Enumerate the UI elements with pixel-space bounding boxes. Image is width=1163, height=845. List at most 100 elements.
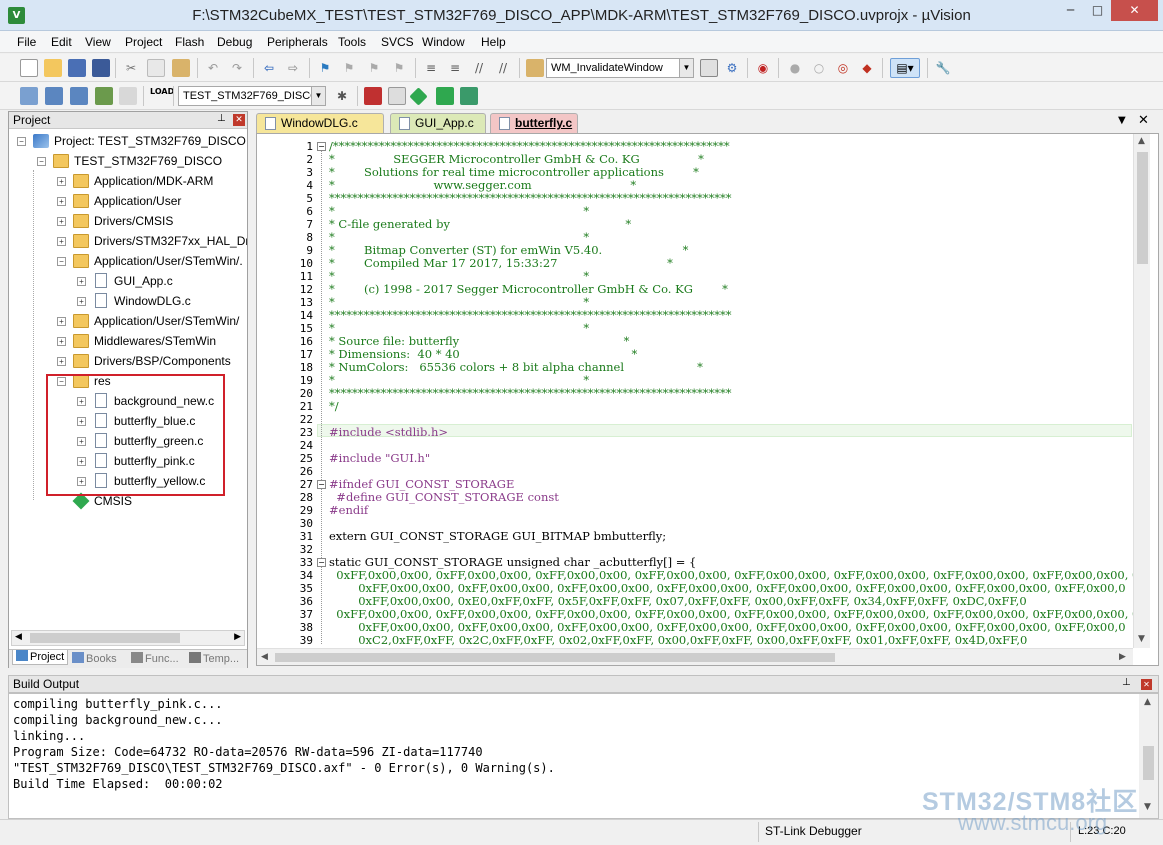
menu-svcs[interactable]: SVCS [381,35,414,49]
redo-icon[interactable]: ↷ [228,59,246,77]
collapse-icon[interactable]: − [57,257,66,266]
configure-icon[interactable]: 🔧 [934,59,952,77]
save-all-icon[interactable] [92,59,110,77]
disable-all-breakpoints-icon[interactable]: ◆ [858,59,876,77]
maximize-button[interactable]: □ [1084,0,1111,21]
scroll-down-icon[interactable]: ▼ [1138,634,1145,644]
tree-group-bsp[interactable]: + Drivers/BSP/Components [9,352,247,372]
software-packs-icon[interactable] [460,87,478,105]
target-combo[interactable]: TEST_STM32F769_DISCO ▼ [178,86,326,106]
rebuild-icon[interactable] [70,87,88,105]
unindent-icon[interactable]: ≡ [446,59,464,77]
clear-bookmarks-icon[interactable]: ⚑ [390,59,408,77]
expand-icon[interactable]: + [77,297,86,306]
bookmark-icon[interactable]: ⚑ [316,59,334,77]
new-file-icon[interactable] [20,59,38,77]
scroll-up-icon[interactable]: ▲ [1138,136,1145,146]
menu-debug[interactable]: Debug [217,35,252,49]
tree-group-stemwin-2[interactable]: + Application/User/STemWin/ [9,312,247,332]
editor-vertical-scrollbar[interactable]: ▲ ▼ [1133,134,1150,648]
tab-gui-app[interactable]: GUI_App.c [390,113,486,133]
manage-rte-icon[interactable] [409,87,428,106]
tree-file-windowdlg[interactable]: + WindowDLG.c [9,292,247,312]
expand-icon[interactable]: + [57,217,66,226]
scroll-thumb[interactable] [30,633,180,643]
find-in-files-icon[interactable] [526,59,544,77]
stop-build-icon[interactable] [119,87,137,105]
build-output-scrollbar[interactable]: ▲ ▼ [1139,694,1158,818]
indent-icon[interactable]: ≡ [422,59,440,77]
tree-project-root[interactable]: − Project: TEST_STM32F769_DISCO [9,132,247,152]
expand-icon[interactable]: + [57,357,66,366]
tree-group-middlewares[interactable]: + Middlewares/STemWin [9,332,247,352]
expand-icon[interactable]: + [77,277,86,286]
menu-view[interactable]: View [85,35,111,49]
incremental-find-icon[interactable]: ⚙ [723,59,741,77]
uncomment-icon[interactable]: // [494,59,512,77]
code-text-area[interactable]: /***************************************… [329,134,1133,648]
scroll-thumb[interactable] [1137,152,1148,264]
code-editor[interactable]: 1 2 3 4 5 6 7 8 9 10 11 12 13 14 15 16 17 18 19 20 21 22 23 24 2… [256,133,1159,666]
tree-group-application-mdk-arm[interactable]: + Application/MDK-ARM [9,172,247,192]
select-packs-icon[interactable] [388,87,406,105]
scroll-right-icon[interactable]: ▶ [234,632,241,642]
paste-icon[interactable] [172,59,190,77]
open-file-icon[interactable] [44,59,62,77]
menu-edit[interactable]: Edit [51,35,72,49]
nav-back-icon[interactable]: ⇦ [260,59,278,77]
tab-butterfly[interactable]: butterfly.c [490,113,578,133]
window-layout-icon[interactable]: ▤▾ [890,58,920,78]
close-editor-icon[interactable]: ✕ [1138,113,1149,128]
tab-list-dropdown-icon[interactable]: ▼ [1118,115,1126,126]
prev-bookmark-icon[interactable]: ⚑ [340,59,358,77]
expand-icon[interactable]: + [57,197,66,206]
undo-icon[interactable]: ↶ [204,59,222,77]
expand-icon[interactable]: + [57,237,66,246]
load-download-icon[interactable]: LOAD [150,87,174,105]
menu-peripherals[interactable]: Peripherals [267,35,328,49]
scroll-down-icon[interactable]: ▼ [1144,802,1151,812]
disable-breakpoint-icon[interactable]: ○ [810,59,828,77]
fold-toggle-icon[interactable]: − [317,558,326,567]
scroll-right-icon[interactable]: ▶ [1119,652,1126,662]
tree-group-drivers-cmsis[interactable]: + Drivers/CMSIS [9,212,247,232]
scroll-up-icon[interactable]: ▲ [1144,697,1151,707]
nav-forward-icon[interactable]: ⇨ [284,59,302,77]
minimize-button[interactable]: ─ [1057,0,1084,21]
save-icon[interactable] [68,59,86,77]
chevron-down-icon[interactable]: ▼ [311,87,325,105]
project-horizontal-scrollbar[interactable]: ◀ ▶ [11,630,245,646]
build-icon[interactable] [45,87,63,105]
menu-flash[interactable]: Flash [175,35,204,49]
pin-icon[interactable]: ⊥ [1122,677,1131,688]
comment-icon[interactable]: // [470,59,488,77]
pin-icon[interactable]: ⊥ [217,113,226,124]
cut-icon[interactable]: ✂ [122,59,140,77]
target-options-icon[interactable]: ✱ [333,87,351,105]
translate-icon[interactable] [20,87,38,105]
next-bookmark-icon[interactable]: ⚑ [365,59,383,77]
tab-books[interactable]: Books [72,652,117,665]
breakpoint-icon[interactable]: ● [786,59,804,77]
fold-toggle-icon[interactable]: − [317,142,326,151]
find-icon[interactable] [700,59,718,77]
collapse-icon[interactable]: − [17,137,26,146]
close-window-button[interactable]: ✕ [1111,0,1158,21]
kill-breakpoints-icon[interactable]: ◎ [834,59,852,77]
menu-file[interactable]: File [17,35,36,49]
tree-group-application-user[interactable]: + Application/User [9,192,247,212]
expand-icon[interactable]: + [57,317,66,326]
scroll-thumb[interactable] [1143,746,1154,780]
copy-icon[interactable] [147,59,165,77]
fold-toggle-icon[interactable]: − [317,480,326,489]
manage-project-items-icon[interactable] [364,87,382,105]
find-combo[interactable]: WM_InvalidateWindow ▼ [546,58,694,78]
expand-icon[interactable]: + [57,177,66,186]
chevron-down-icon[interactable]: ▼ [679,59,693,77]
scroll-left-icon[interactable]: ◀ [261,652,268,662]
menu-help[interactable]: Help [481,35,506,49]
close-panel-button[interactable]: ✕ [233,114,245,126]
pack-installer-icon[interactable] [436,87,454,105]
tree-group-stemwin-1[interactable]: − Application/User/STemWin/. [9,252,247,272]
collapse-icon[interactable]: − [37,157,46,166]
